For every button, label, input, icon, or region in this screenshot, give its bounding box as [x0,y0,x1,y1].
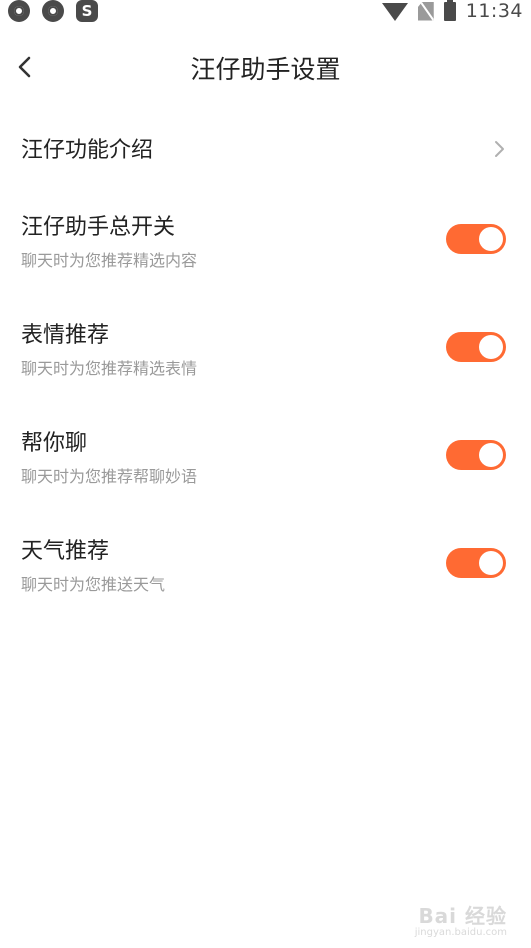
setting-row-emoji-recommend: 表情推荐 聊天时为您推荐精选表情 [0,317,531,397]
weather-recommend-toggle[interactable] [446,548,506,578]
setting-subtitle: 聊天时为您推荐精选内容 [21,251,198,270]
setting-subtitle: 聊天时为您推荐帮聊妙语 [21,467,198,486]
status-bar-app-icons: S [8,0,98,22]
toggle-knob [479,335,503,359]
setting-row-master-switch: 汪仔助手总开关 聊天时为您推荐精选内容 [0,209,531,289]
battery-icon [443,0,456,21]
title-bar: 汪仔助手设置 [0,40,531,96]
toggle-knob [479,227,503,251]
app-notification-icon [8,0,30,22]
app-notification-icon [42,0,64,22]
status-bar: S 11:34 [0,0,531,22]
master-switch-toggle[interactable] [446,224,506,254]
baidu-jingyan-watermark: Bai 经验 jingyan.baidu.com [415,900,507,938]
setting-title: 天气推荐 [21,539,110,564]
toggle-knob [479,551,503,575]
status-bar-system-icons: 11:34 [381,0,523,22]
setting-title: 表情推荐 [21,323,110,348]
status-bar-time: 11:34 [465,0,523,22]
feature-intro-label: 汪仔功能介绍 [21,138,154,163]
setting-row-weather-recommend: 天气推荐 聊天时为您推送天气 [0,533,531,613]
setting-title: 汪仔助手总开关 [21,215,176,240]
sogou-icon: S [76,0,98,22]
setting-subtitle: 聊天时为您推送天气 [21,575,166,594]
setting-title: 帮你聊 [21,431,88,456]
chevron-right-icon [495,141,504,157]
setting-subtitle: 聊天时为您推荐精选表情 [21,359,198,378]
feature-intro-row[interactable]: 汪仔功能介绍 [0,120,531,178]
toggle-knob [479,443,503,467]
page-title: 汪仔助手设置 [190,55,341,84]
setting-row-chat-helper: 帮你聊 聊天时为您推荐帮聊妙语 [0,425,531,505]
wifi-icon [381,3,408,21]
emoji-recommend-toggle[interactable] [446,332,506,362]
watermark-logo-text: Bai 经验 [418,904,507,928]
chat-helper-toggle[interactable] [446,440,506,470]
no-sim-icon [417,1,434,21]
watermark-url: jingyan.baidu.com [414,927,507,938]
